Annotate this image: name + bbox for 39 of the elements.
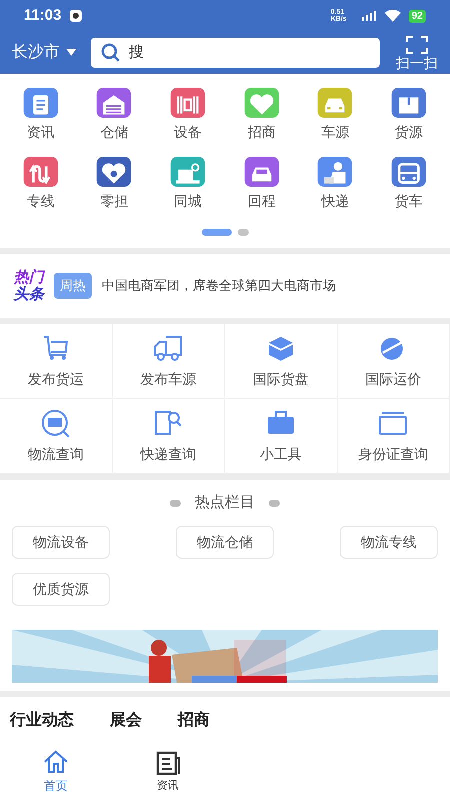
- category-item[interactable]: 专线: [4, 157, 78, 212]
- category-item[interactable]: 招商: [224, 88, 299, 143]
- search-icon: [101, 43, 121, 63]
- scan-icon: [405, 35, 429, 55]
- status-time: 11:03: [24, 6, 62, 26]
- tool-item[interactable]: 国际运价: [338, 324, 450, 399]
- wifi-icon: [384, 10, 401, 22]
- category-item[interactable]: 设备: [151, 88, 225, 143]
- search-bar[interactable]: 搜: [91, 38, 380, 68]
- section-title: 热点栏目: [195, 492, 255, 513]
- category-item[interactable]: 货源: [372, 88, 446, 143]
- scan-button[interactable]: 扫一扫: [396, 35, 438, 71]
- battery-indicator: 92: [408, 10, 426, 22]
- hot-column-button[interactable]: 物流设备: [12, 526, 110, 559]
- caret-icon: [66, 49, 77, 57]
- nav-tab[interactable]: 资讯: [112, 744, 224, 800]
- signal-icon: [360, 11, 377, 21]
- tool-item[interactable]: 发布货运: [0, 324, 112, 399]
- hot-column-button[interactable]: 优质货源: [12, 573, 110, 606]
- category-item[interactable]: 同城: [151, 157, 225, 212]
- tool-item[interactable]: 发布车源: [112, 324, 225, 399]
- headline-logo: 热门: [14, 269, 44, 286]
- category-item[interactable]: 快递: [298, 157, 372, 212]
- category-item[interactable]: 货车: [372, 157, 446, 212]
- category-item[interactable]: 仓储: [78, 88, 152, 143]
- category-item[interactable]: 车源: [298, 88, 372, 143]
- search-field[interactable]: 搜: [129, 42, 370, 64]
- hot-tag: 周热: [54, 273, 92, 299]
- headline-logo: 头条: [14, 286, 44, 303]
- app-notification-icon: [70, 10, 82, 22]
- tool-item[interactable]: 国际货盘: [225, 324, 338, 399]
- nav-tab[interactable]: 首页: [0, 744, 112, 800]
- hot-column-button[interactable]: 物流专线: [340, 526, 438, 559]
- city-selector[interactable]: 长沙市: [12, 41, 77, 65]
- category-item[interactable]: 零担: [78, 157, 152, 212]
- category-item[interactable]: 资讯: [4, 88, 78, 143]
- category-item[interactable]: 回程: [224, 157, 299, 212]
- hot-column-button[interactable]: 物流仓储: [176, 526, 274, 559]
- headline-text[interactable]: 中国电商军团，席卷全球第四大电商市场: [102, 276, 336, 296]
